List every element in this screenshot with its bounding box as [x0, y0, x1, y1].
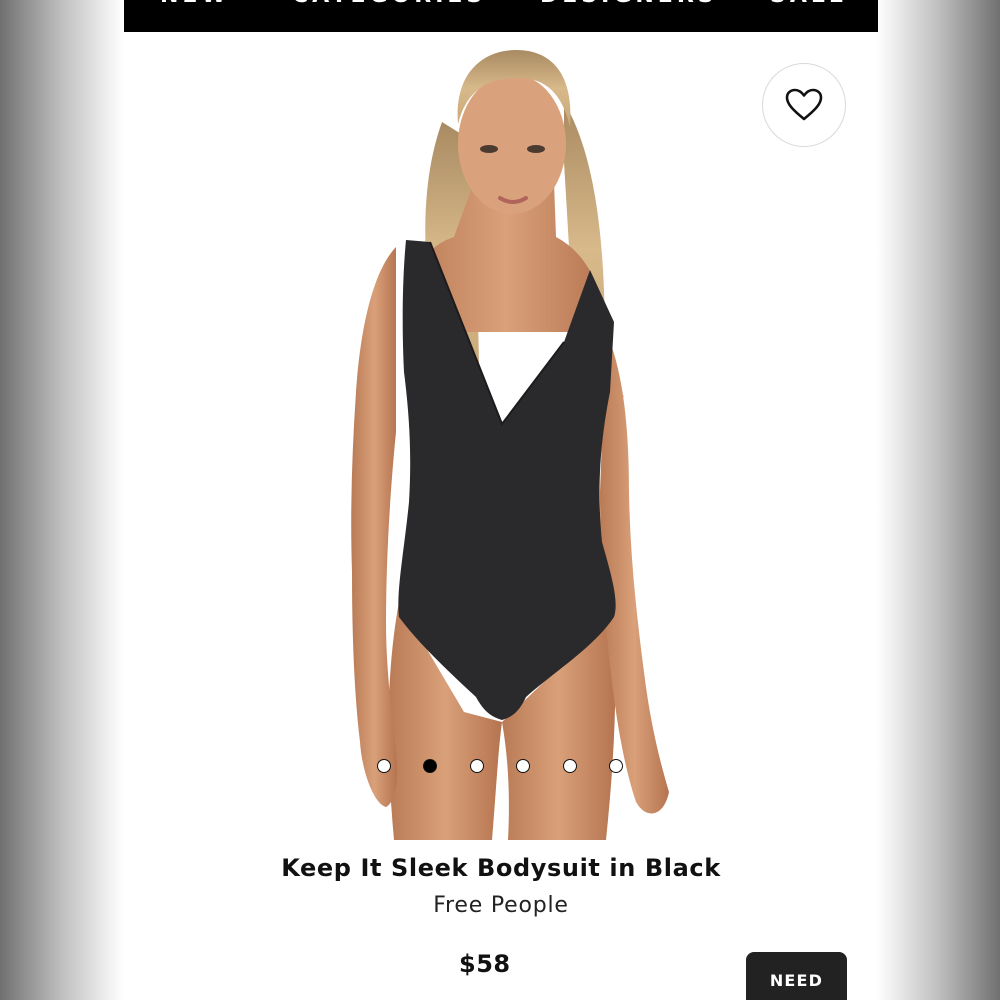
carousel-dot[interactable] — [609, 759, 623, 773]
product-gallery[interactable] — [124, 32, 878, 840]
heart-outline-icon — [785, 88, 823, 121]
product-title: Keep It Sleek Bodysuit in Black — [281, 854, 721, 882]
carousel-dots — [377, 759, 627, 775]
carousel-dot[interactable] — [470, 759, 484, 773]
favorite-button[interactable] — [762, 63, 846, 147]
carousel-dot[interactable] — [516, 759, 530, 773]
product-price: $58 — [459, 950, 511, 978]
nav-item-designers[interactable]: DESIGNERS — [540, 0, 718, 8]
carousel-dot[interactable] — [563, 759, 577, 773]
product-brand[interactable]: Free People — [124, 893, 878, 918]
product-image[interactable] — [124, 32, 878, 840]
nav-item-sale[interactable]: SALE — [770, 0, 848, 8]
nav-item-categories[interactable]: CATEGORIES — [292, 0, 486, 8]
carousel-dot[interactable] — [377, 759, 391, 773]
need-button[interactable]: NEED — [746, 952, 847, 1000]
product-page: NEW CATEGORIES DESIGNERS SALE — [124, 0, 878, 1000]
carousel-dot-active[interactable] — [423, 759, 437, 773]
nav-item-new[interactable]: NEW — [160, 0, 230, 8]
top-nav-bar: NEW CATEGORIES DESIGNERS SALE — [124, 0, 878, 32]
